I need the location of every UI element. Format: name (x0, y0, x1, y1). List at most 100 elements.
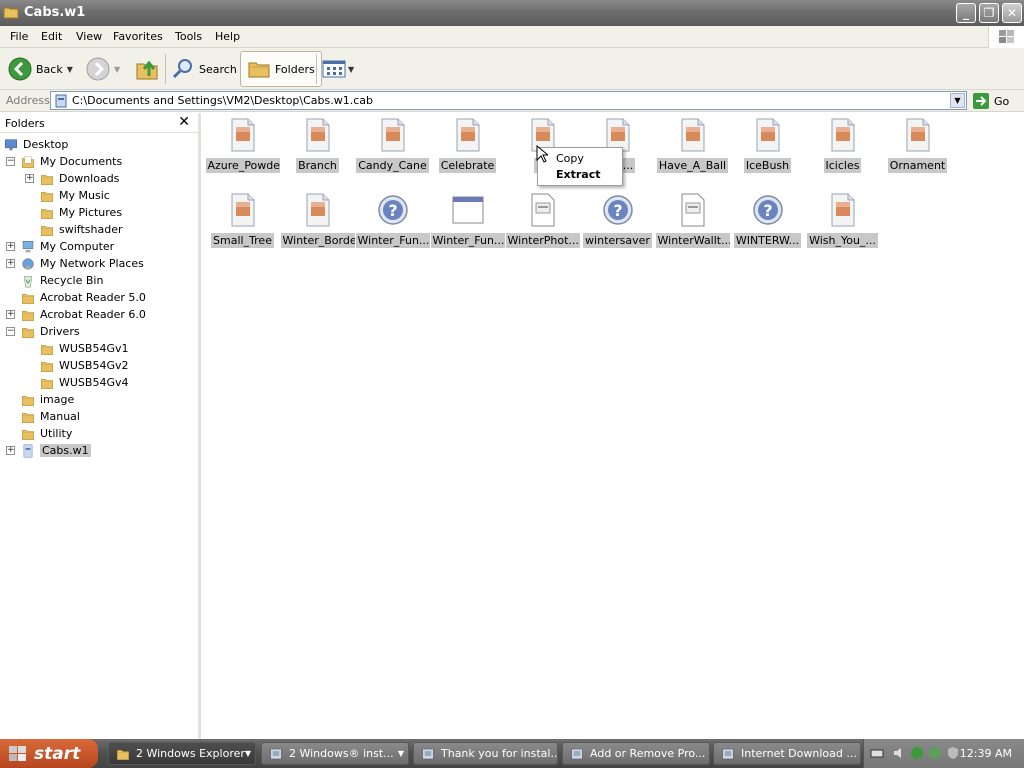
folder-icon (22, 293, 34, 304)
tree-item[interactable]: + Downloads (25, 170, 119, 187)
file-item[interactable]: WinterPhot... (505, 190, 580, 256)
file-item[interactable]: WinterWallt... (655, 190, 730, 256)
file-item[interactable]: IceBush (730, 115, 805, 181)
forward-button[interactable]: ▼ (86, 51, 120, 87)
tree-item-label: Manual (40, 410, 80, 423)
file-item-label: wintersaver (583, 233, 652, 248)
keyboard-icon[interactable] (870, 746, 884, 760)
title-bar[interactable]: Cabs.w1 _ ❐ ✕ (0, 0, 1024, 26)
forward-dropdown-icon[interactable]: ▼ (114, 65, 120, 74)
file-item[interactable]: Candy_Cane (355, 115, 430, 181)
file-item[interactable]: ? wintersaver (580, 190, 655, 256)
mouse-cursor-icon (536, 145, 548, 163)
security-icon[interactable] (946, 746, 960, 760)
tree-item[interactable]: Recycle Bin (6, 272, 103, 289)
file-item[interactable]: Icicles (805, 115, 880, 181)
tree-expander-icon[interactable]: + (25, 174, 34, 183)
tree-expander-icon[interactable]: + (6, 242, 15, 251)
toolbar: Back ▼ ▼ Search Folders ▼ (0, 48, 1024, 90)
file-item[interactable]: ? WINTERW... (730, 190, 805, 256)
tree-item[interactable]: My Pictures (25, 204, 122, 221)
up-folder-button[interactable] (134, 51, 160, 87)
network-icon[interactable] (910, 746, 924, 760)
file-item-label: Azure_Powder (205, 158, 280, 173)
address-dropdown-icon[interactable]: ▼ (950, 93, 965, 108)
menu-tools[interactable]: Tools (175, 30, 202, 43)
menu-favorites[interactable]: Favorites (113, 30, 163, 43)
taskbar-button[interactable]: 2 Windows® inst... ▼ (261, 742, 409, 765)
menu-file[interactable]: File (10, 30, 28, 43)
back-button[interactable]: Back ▼ (8, 51, 73, 87)
file-item-label: Small_Tree (211, 233, 274, 248)
search-button[interactable]: Search (171, 51, 237, 87)
file-item[interactable]: ? Winter_Fun... (355, 190, 430, 256)
folder-icon (22, 327, 34, 338)
tree-item[interactable]: − My Documents (6, 153, 122, 170)
views-button[interactable]: ▼ (322, 51, 354, 87)
tree-expander-icon[interactable]: + (6, 446, 15, 455)
tree-item[interactable]: swiftshader (25, 221, 123, 238)
go-button[interactable]: Go (972, 92, 1009, 110)
tree-item[interactable]: + Acrobat Reader 6.0 (6, 306, 146, 323)
tree-item[interactable]: WUSB54Gv2 (25, 357, 129, 374)
tree-item[interactable]: + My Computer (6, 238, 114, 255)
views-dropdown-icon[interactable]: ▼ (348, 65, 354, 74)
address-path: C:\Documents and Settings\VM2\Desktop\Ca… (72, 94, 374, 107)
maximize-button[interactable]: ❐ (979, 3, 999, 23)
tree-item[interactable]: Acrobat Reader 5.0 (6, 289, 146, 306)
minimize-button[interactable]: _ (956, 3, 976, 23)
context-menu-copy[interactable]: Copy (556, 152, 584, 165)
taskbar-button[interactable]: Add or Remove Pro... (562, 742, 710, 765)
tree-item-label: WUSB54Gv2 (59, 359, 129, 372)
back-dropdown-icon[interactable]: ▼ (67, 65, 73, 74)
search-label: Search (199, 62, 237, 76)
tree-item[interactable]: Desktop (3, 136, 68, 153)
file-item[interactable]: Celebrate (430, 115, 505, 181)
unknown-file-icon: ? (602, 195, 633, 225)
menu-bar: File Edit View Favorites Tools Help (0, 26, 1024, 48)
file-item[interactable]: Winter_Border (280, 190, 355, 256)
start-button[interactable]: start (0, 739, 98, 768)
tree-item[interactable]: WUSB54Gv1 (25, 340, 129, 357)
tree-item[interactable]: image (6, 391, 74, 408)
tree-expander-icon[interactable]: − (6, 327, 15, 336)
speaker-icon[interactable] (892, 746, 906, 760)
file-item[interactable]: Small_Tree (205, 190, 280, 256)
file-item[interactable]: Branch (280, 115, 355, 181)
windows-logo-icon (988, 26, 1024, 48)
tree-item[interactable]: My Music (25, 187, 110, 204)
address-field[interactable]: C:\Documents and Settings\VM2\Desktop\Ca… (50, 91, 967, 110)
file-item[interactable]: Have_A_Ball (655, 115, 730, 181)
file-item[interactable]: Azure_Powder (205, 115, 280, 181)
menu-edit[interactable]: Edit (41, 30, 62, 43)
tree-item[interactable]: Utility (6, 425, 72, 442)
tree-item[interactable]: − Drivers (6, 323, 80, 340)
close-icon[interactable]: ✕ (178, 114, 190, 130)
file-item[interactable]: Ornament (880, 115, 955, 181)
file-item[interactable]: Wish_You_... (805, 190, 880, 256)
file-list-view[interactable]: Azure_PowderBranchCandy_CaneCelebrateFeH… (204, 113, 1024, 739)
taskbar-group-dropdown-icon[interactable]: ▼ (245, 749, 251, 758)
tree-expander-icon[interactable]: + (6, 259, 15, 268)
file-item[interactable]: Winter_Fun... (430, 190, 505, 256)
tree-expander-icon[interactable]: − (6, 157, 15, 166)
windows-flag-icon (9, 745, 26, 761)
taskbar-group-dropdown-icon[interactable]: ▼ (398, 749, 404, 758)
context-menu-extract[interactable]: Extract (556, 168, 601, 181)
download-tray-icon[interactable] (928, 746, 942, 760)
folders-button[interactable]: Folders (240, 51, 322, 87)
tree-item[interactable]: + My Network Places (6, 255, 144, 272)
taskbar-button[interactable]: Thank you for instal... (413, 742, 558, 765)
menu-help[interactable]: Help (215, 30, 240, 43)
tree-item-label: WUSB54Gv1 (59, 342, 129, 355)
taskbar-button[interactable]: Internet Download ... (713, 742, 861, 765)
tree-expander-icon[interactable]: + (6, 310, 15, 319)
menu-view[interactable]: View (76, 30, 102, 43)
tree-item[interactable]: + Cabs.w1 (6, 442, 91, 459)
close-button[interactable]: ✕ (1002, 3, 1022, 23)
tree-item[interactable]: WUSB54Gv4 (25, 374, 129, 391)
tree-item[interactable]: Manual (6, 408, 80, 425)
back-arrow-icon (8, 57, 32, 81)
taskbar-button[interactable]: 2 Windows Explorer ▼ (108, 742, 256, 765)
